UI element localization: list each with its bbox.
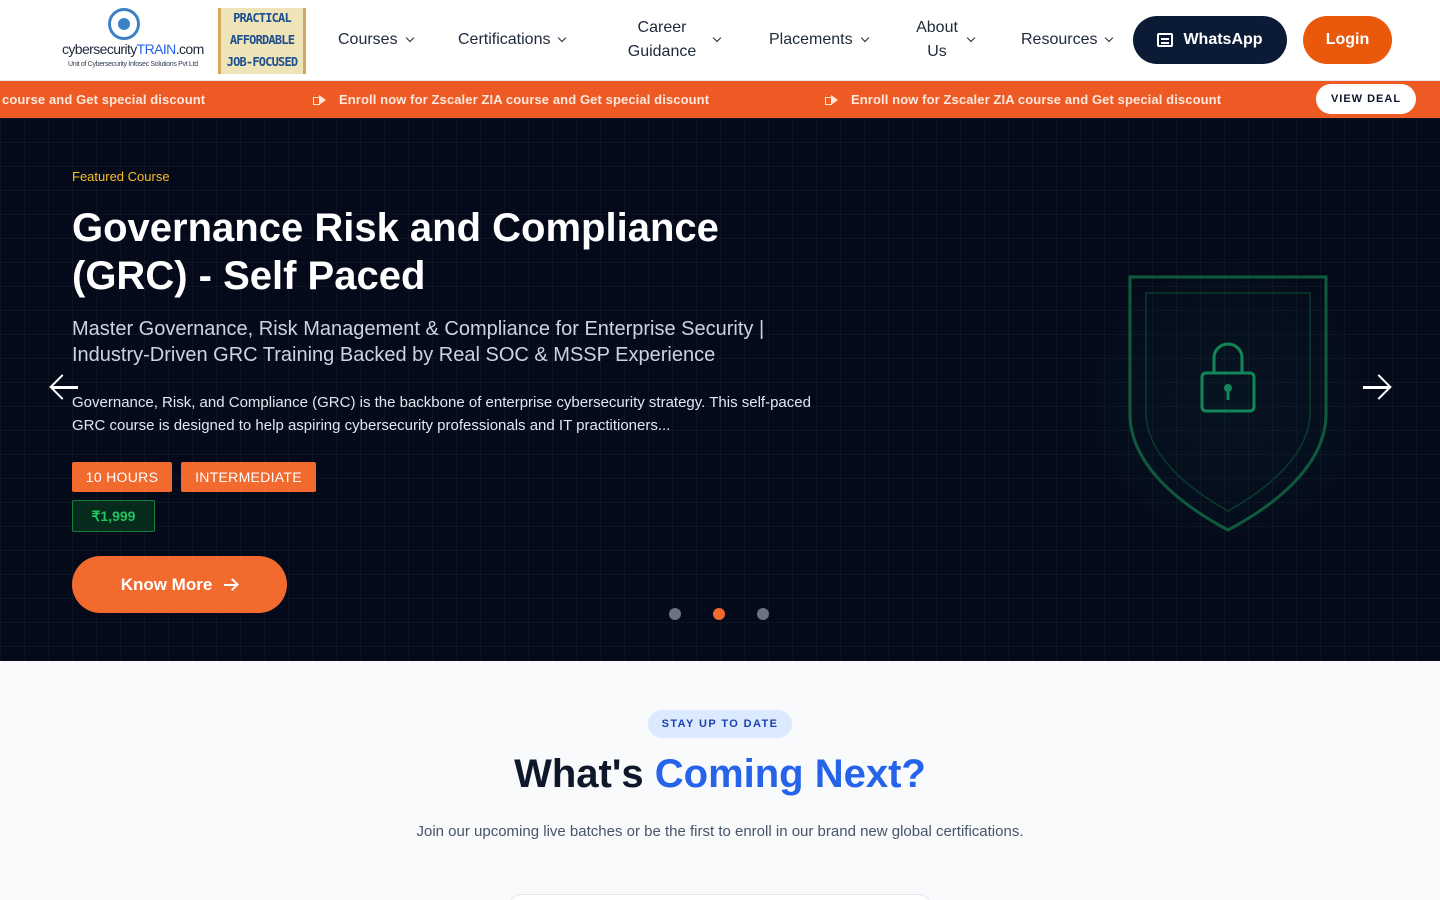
ticker-item[interactable]: Enroll now for Zscaler ZIA course and Ge… — [825, 81, 1221, 118]
section-description: Join our upcoming live batches or be the… — [416, 823, 1024, 840]
ticker-item[interactable]: Enroll now for Zscaler ZIA course and Ge… — [313, 81, 709, 118]
tagline-badge: PRACTICAL AFFORDABLE JOB-FOCUSED — [218, 8, 306, 74]
nav-label: Resources — [1021, 31, 1098, 48]
logo-mark-icon — [108, 8, 140, 40]
hero-description: Governance, Risk, and Compliance (GRC) i… — [72, 394, 811, 434]
logo-text: cybersecurityTRAIN.com — [62, 41, 204, 57]
section-eyebrow-pill: STAY UP TO DATE — [648, 710, 792, 738]
site-header: cybersecurityTRAIN.com Unit of Cybersecu… — [0, 0, 1440, 81]
ticker-text: Enroll now for Zscaler ZIA course and Ge… — [851, 92, 1222, 107]
carousel-dot-active[interactable] — [713, 608, 725, 620]
price-badge: ₹1,999 — [72, 500, 155, 532]
site-logo[interactable]: cybersecurityTRAIN.com Unit of Cybersecu… — [58, 6, 204, 74]
chevron-down-icon — [712, 33, 722, 43]
whatsapp-label: WhatsApp — [1183, 31, 1263, 48]
ticker-item[interactable]: course and Get special discount — [2, 81, 205, 118]
arrow-right-icon — [224, 578, 238, 592]
section-title: What's Coming Next? — [0, 752, 1440, 797]
know-more-label: Know More — [120, 574, 213, 594]
carousel-dot[interactable] — [669, 608, 681, 620]
chevron-down-icon — [1105, 33, 1114, 43]
chevron-down-icon — [405, 33, 414, 43]
whatsapp-button[interactable]: WhatsApp — [1133, 16, 1287, 64]
know-more-button[interactable]: Know More — [72, 556, 287, 613]
upcoming-card[interactable] — [508, 894, 932, 900]
nav-label: Certifications — [458, 31, 551, 48]
carousel-dot[interactable] — [757, 608, 769, 620]
shield-lock-icon — [1128, 275, 1328, 532]
megaphone-icon — [313, 94, 327, 105]
nav-certifications[interactable]: Certifications — [458, 0, 567, 80]
carousel-dots — [669, 608, 769, 620]
hero-eyebrow: Featured Course — [72, 169, 170, 184]
hero-title: Governance Risk and Compliance (GRC) - S… — [72, 206, 719, 298]
nav-label: Placements — [769, 31, 853, 48]
badge-line: AFFORDABLE — [229, 33, 295, 47]
badge-line: JOB-FOCUSED — [226, 55, 298, 69]
hero-subtitle: Master Governance, Risk Management & Com… — [72, 318, 765, 366]
nav-label: Courses — [338, 31, 398, 48]
ticker-text: course and Get special discount — [2, 92, 206, 107]
logo-subtitle: Unit of Cybersecurity Infosec Solutions … — [68, 61, 198, 68]
chevron-down-icon — [966, 33, 976, 43]
level-tag: INTERMEDIATE — [181, 462, 316, 492]
nav-label: Career Guidance — [627, 19, 697, 60]
carousel-prev-arrow-icon[interactable] — [50, 374, 80, 400]
nav-career-guidance[interactable]: Career Guidance — [622, 0, 722, 80]
badge-line: PRACTICAL — [233, 11, 292, 25]
chevron-down-icon — [860, 33, 869, 43]
view-deal-button[interactable]: VIEW DEAL — [1316, 84, 1416, 114]
title-accent: Coming Next? — [654, 752, 926, 796]
nav-label: About Us — [916, 19, 958, 60]
chevron-down-icon — [558, 33, 567, 43]
nav-courses[interactable]: Courses — [338, 0, 414, 80]
duration-tag: 10 HOURS — [72, 462, 172, 492]
message-icon — [1157, 33, 1174, 47]
nav-about-us[interactable]: About Us — [909, 0, 976, 80]
promo-ticker: course and Get special discount Enroll n… — [0, 81, 1440, 118]
megaphone-icon — [825, 94, 839, 105]
nav-resources[interactable]: Resources — [1021, 0, 1114, 80]
ticker-text: Enroll now for Zscaler ZIA course and Ge… — [339, 92, 710, 107]
nav-placements[interactable]: Placements — [769, 0, 869, 80]
hero-carousel: Featured Course Governance Risk and Comp… — [0, 118, 1440, 661]
login-button[interactable]: Login — [1303, 16, 1392, 64]
title-plain: What's — [514, 752, 644, 796]
